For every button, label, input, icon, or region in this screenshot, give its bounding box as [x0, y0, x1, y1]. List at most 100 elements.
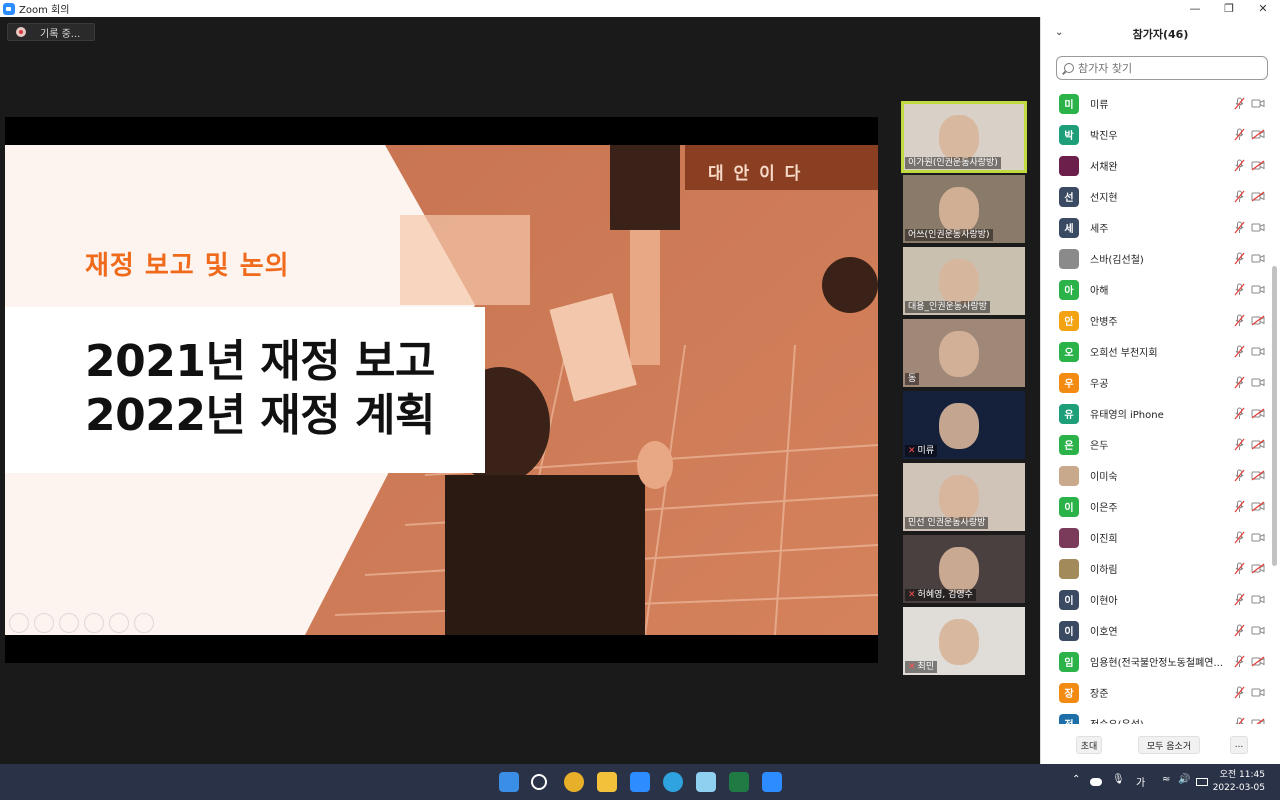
video-off-icon[interactable] — [1251, 191, 1265, 202]
video-off-icon[interactable] — [1251, 470, 1265, 481]
participant-row[interactable]: 미 미류 — [1041, 88, 1273, 119]
video-camera-icon[interactable] — [1251, 98, 1265, 109]
participant-row[interactable]: 아 아해 — [1041, 274, 1273, 305]
video-camera-icon[interactable] — [1251, 625, 1265, 636]
video-off-icon[interactable] — [1251, 563, 1265, 574]
muted-mic-icon[interactable] — [1234, 252, 1245, 265]
video-off-icon[interactable] — [1251, 160, 1265, 171]
video-off-icon[interactable] — [1251, 656, 1265, 667]
muted-mic-icon[interactable] — [1234, 345, 1245, 358]
muted-mic-icon[interactable] — [1234, 624, 1245, 637]
participant-row[interactable]: 선 선지현 — [1041, 181, 1273, 212]
search-taskbar-icon[interactable] — [531, 774, 547, 790]
video-off-icon[interactable] — [1251, 408, 1265, 419]
participant-row[interactable]: 이 이은주 — [1041, 491, 1273, 522]
muted-mic-icon[interactable] — [1234, 717, 1245, 724]
participant-row[interactable]: 유 유태영의 iPhone — [1041, 398, 1273, 429]
video-camera-icon[interactable] — [1251, 222, 1265, 233]
muted-mic-icon[interactable] — [1234, 190, 1245, 203]
video-camera-icon[interactable] — [1251, 594, 1265, 605]
invite-button[interactable]: 초대 — [1076, 736, 1102, 754]
video-off-icon[interactable] — [1251, 315, 1265, 326]
participant-row[interactable]: 이미숙 — [1041, 460, 1273, 491]
participant-search[interactable] — [1056, 56, 1268, 80]
video-tile[interactable]: 동 — [903, 319, 1025, 387]
chrome-icon[interactable] — [564, 772, 584, 792]
muted-mic-icon[interactable] — [1234, 562, 1245, 575]
muted-mic-icon[interactable] — [1234, 593, 1245, 606]
restore-icon[interactable]: ❐ — [1212, 0, 1246, 17]
muted-mic-icon[interactable] — [1234, 686, 1245, 699]
video-off-icon[interactable] — [1251, 439, 1265, 450]
participant-row[interactable]: 안 안병주 — [1041, 305, 1273, 336]
video-camera-icon[interactable] — [1251, 346, 1265, 357]
muted-mic-icon[interactable] — [1234, 376, 1245, 389]
wifi-icon[interactable]: ≈ — [1162, 774, 1170, 785]
participant-row[interactable]: 임 임용현(전국불안정노동철폐연... — [1041, 646, 1273, 677]
zoom-taskbar-icon[interactable] — [762, 772, 782, 792]
video-tile[interactable]: ✕ 허혜영, 김영수 — [903, 535, 1025, 603]
store-icon[interactable] — [630, 772, 650, 792]
muted-mic-icon[interactable] — [1234, 469, 1245, 482]
participant-row[interactable]: 이하림 — [1041, 553, 1273, 584]
pen-icon[interactable] — [59, 613, 79, 633]
notepad-icon[interactable] — [696, 772, 716, 792]
video-off-icon[interactable] — [1251, 129, 1265, 140]
muted-mic-icon[interactable] — [1234, 655, 1245, 668]
close-icon[interactable]: ✕ — [1246, 0, 1280, 17]
slides-grid-icon[interactable] — [84, 613, 104, 633]
muted-mic-icon[interactable] — [1234, 128, 1245, 141]
video-tile[interactable]: 민선 인권운동사랑방 — [903, 463, 1025, 531]
cloud-icon[interactable] — [1090, 778, 1102, 786]
participant-row[interactable]: 오 오희선 부천지회 — [1041, 336, 1273, 367]
next-slide-icon[interactable] — [34, 613, 54, 633]
microphone-icon[interactable]: 🎙 — [1112, 774, 1125, 785]
recording-indicator[interactable]: 기록 중... — [7, 23, 95, 41]
video-camera-icon[interactable] — [1251, 532, 1265, 543]
mute-all-button[interactable]: 모두 음소거 — [1138, 736, 1200, 754]
taskbar-clock[interactable]: 오전 11:45 2022-03-05 — [1213, 769, 1265, 795]
participant-row[interactable]: 장 장준 — [1041, 677, 1273, 708]
muted-mic-icon[interactable] — [1234, 500, 1245, 513]
prev-slide-icon[interactable] — [9, 613, 29, 633]
video-camera-icon[interactable] — [1251, 284, 1265, 295]
participant-row[interactable]: 이 이호연 — [1041, 615, 1273, 646]
participant-row[interactable]: 우 우공 — [1041, 367, 1273, 398]
video-camera-icon[interactable] — [1251, 687, 1265, 698]
muted-mic-icon[interactable] — [1234, 159, 1245, 172]
video-tile[interactable]: 대용_인권운동사랑방 — [903, 247, 1025, 315]
video-tile[interactable]: ✕ 미류 — [903, 391, 1025, 459]
video-tile[interactable]: ✕ 최민 — [903, 607, 1025, 675]
participant-row[interactable]: 박 박진우 — [1041, 119, 1273, 150]
muted-mic-icon[interactable] — [1234, 531, 1245, 544]
participant-row[interactable]: 이진희 — [1041, 522, 1273, 553]
start-icon[interactable] — [499, 772, 519, 792]
video-tile[interactable]: 어쓰(인권운동사랑방) — [903, 175, 1025, 243]
video-tile[interactable]: 이가원(인권운동사랑방) — [901, 101, 1027, 173]
file-explorer-icon[interactable] — [597, 772, 617, 792]
zoom-icon[interactable] — [109, 613, 129, 633]
muted-mic-icon[interactable] — [1234, 221, 1245, 234]
video-off-icon[interactable] — [1251, 501, 1265, 512]
muted-mic-icon[interactable] — [1234, 407, 1245, 420]
muted-mic-icon[interactable] — [1234, 438, 1245, 451]
more-options-icon[interactable] — [134, 613, 154, 633]
ime-indicator[interactable]: 가 — [1136, 774, 1145, 789]
more-button[interactable]: ... — [1230, 736, 1248, 754]
battery-icon[interactable] — [1196, 778, 1208, 786]
excel-icon[interactable] — [729, 772, 749, 792]
video-off-icon[interactable] — [1251, 718, 1265, 724]
participant-search-input[interactable] — [1078, 61, 1258, 75]
muted-mic-icon[interactable] — [1234, 97, 1245, 110]
volume-icon[interactable]: 🔊 — [1178, 774, 1190, 785]
telegram-icon[interactable] — [663, 772, 683, 792]
muted-mic-icon[interactable] — [1234, 283, 1245, 296]
minimize-icon[interactable]: — — [1178, 0, 1212, 17]
collapse-chevron-icon[interactable]: ⌄ — [1055, 27, 1063, 38]
video-camera-icon[interactable] — [1251, 377, 1265, 388]
participant-row[interactable]: 서채완 — [1041, 150, 1273, 181]
muted-mic-icon[interactable] — [1234, 314, 1245, 327]
tray-chevron-icon[interactable]: ⌃ — [1072, 774, 1080, 785]
participant-row[interactable]: 이 이현아 — [1041, 584, 1273, 615]
participant-row[interactable]: 세 세주 — [1041, 212, 1273, 243]
